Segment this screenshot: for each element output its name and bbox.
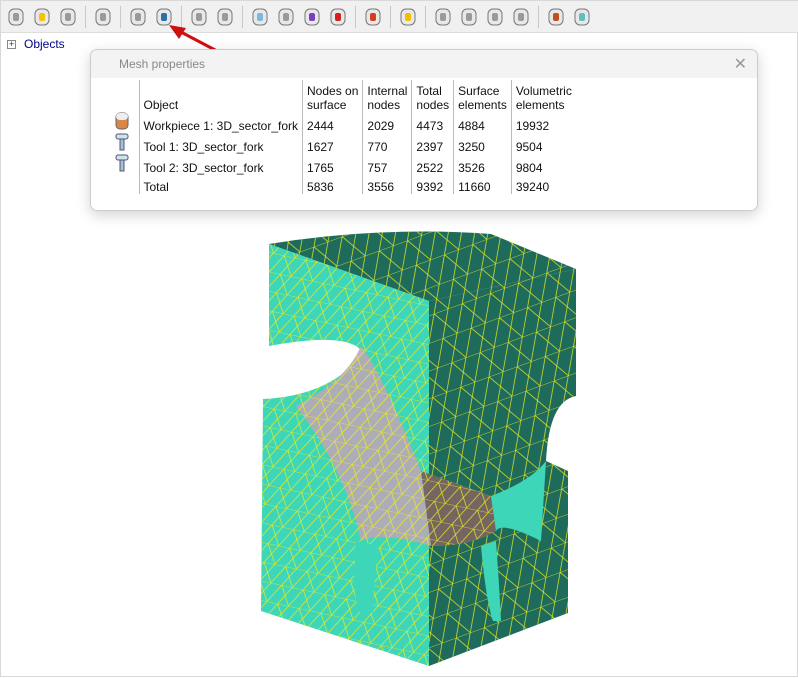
table-cell: 9804 xyxy=(510,154,576,175)
table-header: Object Nodes on surface Internal nodes Total n… xyxy=(111,80,576,112)
table-cell: 2444 xyxy=(302,112,363,133)
table-cell: Workpiece 1: 3D_sector_fork xyxy=(138,112,303,133)
table-cell: 1627 xyxy=(302,133,363,154)
table-cell: Tool 1: 3D_sector_fork xyxy=(138,133,303,154)
table-cell: 770 xyxy=(362,133,412,154)
column-header: Nodes on surface xyxy=(302,80,363,112)
table-cell: 3526 xyxy=(453,154,512,175)
table-cell: 3556 xyxy=(362,175,412,194)
table-cell: 1765 xyxy=(302,154,363,175)
column-header: Total nodes xyxy=(411,80,454,112)
table-cell: 2029 xyxy=(362,112,412,133)
column-header-line2: elements xyxy=(515,98,565,112)
column-header-line2: nodes xyxy=(367,98,401,112)
table-cell: 4884 xyxy=(453,112,512,133)
table-cell: 11660 xyxy=(453,175,512,194)
tool-icon xyxy=(115,133,129,151)
table-cell: 5836 xyxy=(302,175,363,194)
table-cell: 2522 xyxy=(411,154,454,175)
column-header-line2: nodes xyxy=(416,98,450,112)
row-icon-cell xyxy=(111,133,139,154)
column-header-line1: Volumetric xyxy=(515,84,572,98)
table-row[interactable]: Tool 1: 3D_sector_fork 1627 770 2397 3250 950… xyxy=(111,133,576,154)
table-cell: 19932 xyxy=(510,112,576,133)
column-header-line1: Internal xyxy=(367,84,408,98)
table-cell: 3250 xyxy=(453,133,512,154)
column-header: Surface elements xyxy=(453,80,512,112)
row-icon-cell xyxy=(111,112,139,133)
tool-icon xyxy=(115,154,129,172)
table-row[interactable]: Tool 2: 3D_sector_fork 1765 757 2522 3526 980… xyxy=(111,154,576,175)
column-header-line1: Surface xyxy=(458,84,500,98)
column-header-line1: Object xyxy=(143,98,179,112)
mesh-properties-table: Object Nodes on surface Internal nodes Total n… xyxy=(111,80,576,194)
table-cell: Tool 2: 3D_sector_fork xyxy=(138,154,303,175)
dialog-title: Mesh properties xyxy=(119,57,206,71)
table-cell: 4473 xyxy=(411,112,454,133)
column-header: Internal nodes xyxy=(362,80,412,112)
row-icon-cell xyxy=(111,154,139,175)
table-cell: 9392 xyxy=(411,175,454,194)
table-cell: Total xyxy=(138,175,303,194)
table-cell: 39240 xyxy=(510,175,576,194)
mesh-properties-dialog: Mesh properties ✕ Object Nodes on surface I… xyxy=(90,49,758,211)
row-icon-cell xyxy=(111,175,139,194)
column-header-line1: Nodes on xyxy=(307,84,359,98)
column-header: Object xyxy=(138,80,303,112)
table-cell: 9504 xyxy=(510,133,576,154)
close-icon[interactable]: ✕ xyxy=(734,54,747,74)
column-header-line2: elements xyxy=(458,98,507,112)
table-cell: 757 xyxy=(362,154,412,175)
workpiece-icon xyxy=(115,112,129,130)
table-cell: 2397 xyxy=(411,133,454,154)
table-row[interactable]: Workpiece 1: 3D_sector_fork 2444 2029 4473 4… xyxy=(111,112,576,133)
column-header-line2: surface xyxy=(307,98,347,112)
icon-column xyxy=(111,80,139,112)
workpiece-mesh xyxy=(261,231,576,666)
table-row[interactable]: Total 5836 3556 9392 11660 39240 xyxy=(111,175,576,194)
column-header-line1: Total xyxy=(416,84,442,98)
dialog-header: Mesh properties ✕ xyxy=(91,50,757,78)
column-header: Volumetric elements xyxy=(510,80,576,112)
